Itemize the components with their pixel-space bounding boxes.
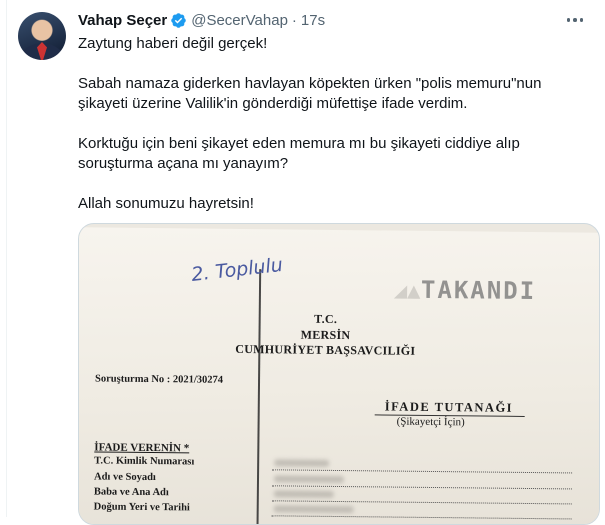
case-number: Soruşturma No : 2021/30274 bbox=[94, 373, 224, 386]
redacted-value bbox=[274, 459, 330, 467]
field-label: Baba ve Ana Adı bbox=[93, 486, 169, 499]
field-line bbox=[271, 515, 572, 520]
tweet-timestamp[interactable]: 17s bbox=[301, 12, 325, 29]
document-subtitle: (Şikayetçi İçin) bbox=[396, 415, 465, 429]
separator-dot: · bbox=[291, 11, 297, 29]
margin-line bbox=[256, 269, 261, 524]
tweet-paragraph: Korktuğu için beni şikayet eden memura m… bbox=[78, 135, 520, 172]
verified-badge-icon bbox=[171, 12, 186, 28]
author-name[interactable]: Vahap Seçer bbox=[78, 12, 167, 29]
document-photo: ◢▲ TAKANDI 2. Toplulu T.C. MERSİN CUMHUR… bbox=[79, 227, 599, 524]
field-line bbox=[271, 500, 572, 505]
tweet-paragraph: Sabah namaza giderken havlayan köpekten … bbox=[78, 75, 542, 112]
tweet-header: Vahap Seçer @SecerVahap · 17s bbox=[78, 10, 325, 30]
institution-line: CUMHURİYET BAŞSAVCILIĞI bbox=[235, 341, 416, 358]
author-handle[interactable]: @SecerVahap bbox=[191, 12, 288, 29]
field-label: Doğum Yeri ve Tarihi bbox=[93, 501, 190, 514]
timeline-border bbox=[6, 0, 7, 517]
field-line bbox=[272, 469, 573, 474]
field-label: T.C. Kimlik Numarası bbox=[94, 455, 195, 468]
redacted-value bbox=[273, 475, 345, 484]
document-title: İFADE TUTANAĞI bbox=[384, 399, 514, 415]
stamp-shadow: ◢▲ bbox=[393, 278, 421, 304]
redacted-value bbox=[273, 505, 354, 514]
tweet-paragraph: Allah sonumuzu hayretsin! bbox=[78, 195, 254, 212]
tweet-text: Zaytung haberi değil gerçek! Sabah namaz… bbox=[78, 34, 578, 214]
tweet-media-photo[interactable]: ◢▲ TAKANDI 2. Toplulu T.C. MERSİN CUMHUR… bbox=[78, 223, 600, 525]
author-avatar[interactable] bbox=[18, 12, 66, 60]
field-line bbox=[271, 485, 572, 490]
section-title: İFADE VERENİN * bbox=[94, 441, 190, 455]
tweet-paragraph: Zaytung haberi değil gerçek! bbox=[78, 35, 268, 52]
redacted-value bbox=[273, 490, 334, 498]
handwritten-note: 2. Toplulu bbox=[190, 253, 284, 286]
field-label: Adı ve Soyadı bbox=[93, 471, 156, 484]
stamp-text: TAKANDI bbox=[420, 275, 537, 306]
more-options-icon[interactable] bbox=[563, 10, 587, 30]
institution-line: T.C. bbox=[314, 311, 338, 326]
